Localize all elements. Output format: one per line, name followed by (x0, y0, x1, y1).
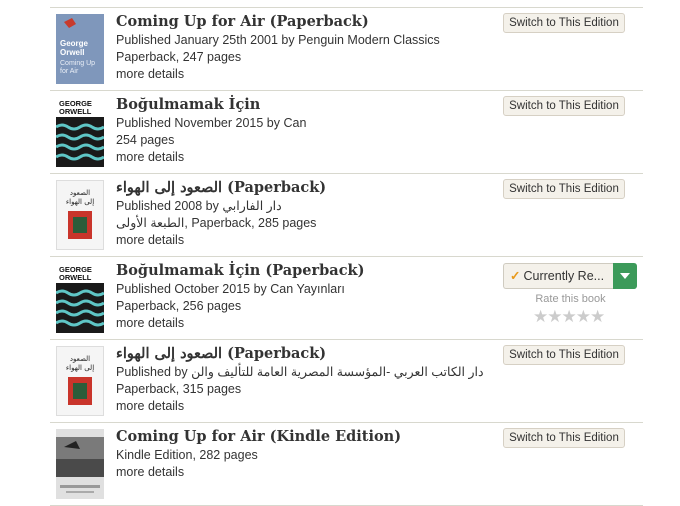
book-cover[interactable]: GEORGE ORWELL (56, 263, 104, 333)
cover-title-2: for Air (60, 68, 79, 75)
edition-info: Boğulmamak İçin (Paperback) Published Oc… (116, 261, 496, 332)
edition-published: Published October 2015 by Can Yayınları (116, 282, 345, 296)
edition-format: Kindle Edition, 282 pages (116, 448, 258, 462)
book-cover[interactable]: الصعود إلى الهواء (56, 346, 104, 416)
switch-edition-button[interactable]: Switch to This Edition (503, 345, 625, 365)
check-icon: ✓ (510, 269, 521, 283)
edition-title[interactable]: Coming Up for Air (Kindle Edition) (116, 427, 496, 447)
edition-published: Published by دار الكاتب العربي -المؤسسة … (116, 365, 484, 379)
rate-label: Rate this book (535, 293, 606, 305)
edition-row: الصعود إلى الهواء الصعود إلى الهواء (Pap… (50, 340, 643, 423)
edition-published: Published 2008 by دار الفارابي (116, 199, 282, 213)
currently-reading-button[interactable]: ✓ Currently Re... (503, 263, 613, 289)
edition-row: GEORGE ORWELL Boğulmamak İçin Published … (50, 91, 643, 174)
switch-edition-button[interactable]: Switch to This Edition (503, 428, 625, 448)
editions-list: George Orwell Coming Up for Air Coming U… (50, 7, 643, 506)
more-details-link[interactable]: more details (116, 315, 496, 332)
book-cover[interactable] (56, 429, 104, 499)
edition-info: الصعود إلى الهواء (Paperback) Published … (116, 178, 496, 249)
book-cover[interactable]: GEORGE ORWELL (56, 97, 104, 167)
star-rating[interactable]: ★★★★★ (533, 307, 605, 327)
edition-title[interactable]: Boğulmamak İçin (Paperback) (116, 261, 496, 281)
currently-reading-label: Currently Re... (523, 269, 605, 283)
edition-info: Coming Up for Air (Kindle Edition) Kindl… (116, 427, 496, 481)
edition-title[interactable]: Boğulmamak İçin (116, 95, 496, 115)
edition-format: Paperback, 247 pages (116, 50, 242, 64)
cover-author-last: ORWELL (59, 107, 92, 116)
edition-row: الصعود إلى الهواء الصعود إلى الهواء (Pap… (50, 174, 643, 257)
more-details-link[interactable]: more details (116, 66, 496, 83)
edition-title[interactable]: Coming Up for Air (Paperback) (116, 12, 496, 32)
book-cover[interactable]: George Orwell Coming Up for Air (56, 14, 104, 84)
edition-format: 254 pages (116, 133, 175, 147)
more-details-link[interactable]: more details (116, 232, 496, 249)
switch-edition-button[interactable]: Switch to This Edition (503, 13, 625, 33)
edition-row: Coming Up for Air (Kindle Edition) Kindl… (50, 423, 643, 506)
edition-row-current: GEORGE ORWELL Boğulmamak İçin (Paperback… (50, 257, 643, 340)
cover-author-last: Orwell (60, 48, 84, 57)
cover-title-1: Coming Up (60, 60, 95, 67)
edition-format: الطبعة الأولى, Paperback, 285 pages (116, 216, 317, 230)
edition-info: Boğulmamak İçin Published November 2015 … (116, 95, 496, 166)
edition-info: Coming Up for Air (Paperback) Published … (116, 12, 496, 83)
cover-title-1: الصعود (70, 189, 90, 197)
switch-edition-button[interactable]: Switch to This Edition (503, 96, 625, 116)
more-details-link[interactable]: more details (116, 464, 496, 481)
cover-title-1: الصعود (70, 355, 90, 363)
edition-title[interactable]: الصعود إلى الهواء (Paperback) (116, 178, 496, 198)
cover-title-2: إلى الهواء (66, 198, 94, 206)
cover-author-first: George (60, 39, 89, 48)
edition-published: Published November 2015 by Can (116, 116, 307, 130)
edition-published: Published January 25th 2001 by Penguin M… (116, 33, 440, 47)
cover-title-2: إلى الهواء (66, 364, 94, 372)
edition-row: George Orwell Coming Up for Air Coming U… (50, 7, 643, 91)
edition-format: Paperback, 315 pages (116, 382, 242, 396)
edition-format: Paperback, 256 pages (116, 299, 242, 313)
cover-author-last: ORWELL (59, 273, 92, 282)
more-details-link[interactable]: more details (116, 149, 496, 166)
currently-reading-control: ✓ Currently Re... (503, 263, 638, 289)
switch-edition-button[interactable]: Switch to This Edition (503, 179, 625, 199)
more-details-link[interactable]: more details (116, 398, 496, 415)
shelf-dropdown-button[interactable] (613, 263, 637, 289)
book-cover[interactable]: الصعود إلى الهواء (56, 180, 104, 250)
edition-title[interactable]: الصعود إلى الهواء (Paperback) (116, 344, 496, 364)
edition-info: الصعود إلى الهواء (Paperback) Published … (116, 344, 496, 415)
